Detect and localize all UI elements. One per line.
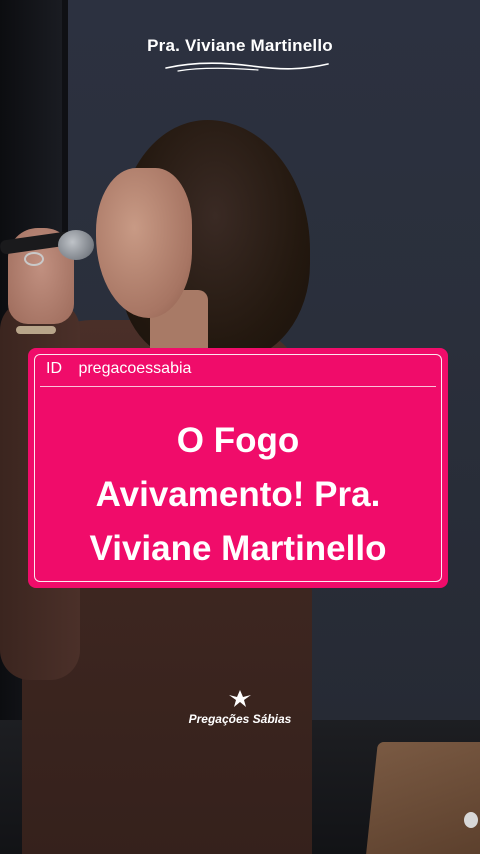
card-id-row: ID pregacoessabia <box>46 360 191 378</box>
card-title-line-3: Viviane Martinello <box>89 529 387 568</box>
bird-icon <box>229 690 251 707</box>
bracelet <box>16 326 56 334</box>
laptop-logo <box>464 812 478 828</box>
channel-logo: Pregações Sábias <box>180 686 300 736</box>
card-title: O Fogo Avivamento! Pra. Viviane Martinel… <box>28 414 448 576</box>
microphone <box>58 230 94 260</box>
speaker-name-title: Pra. Viviane Martinello <box>147 36 333 55</box>
card-divider <box>40 386 436 387</box>
title-card: ID pregacoessabia O Fogo Avivamento! Pra… <box>28 348 448 588</box>
card-id-value: pregacoessabia <box>78 360 192 377</box>
ring <box>24 252 44 266</box>
card-title-line-2: Avivamento! Pra. <box>95 475 381 514</box>
card-title-line-1: O Fogo <box>176 421 300 460</box>
channel-logo-text: Pregações Sábias <box>188 712 292 726</box>
card-id-label: ID <box>46 360 62 377</box>
laptop <box>366 742 480 854</box>
title-underline-decoration <box>165 62 329 72</box>
